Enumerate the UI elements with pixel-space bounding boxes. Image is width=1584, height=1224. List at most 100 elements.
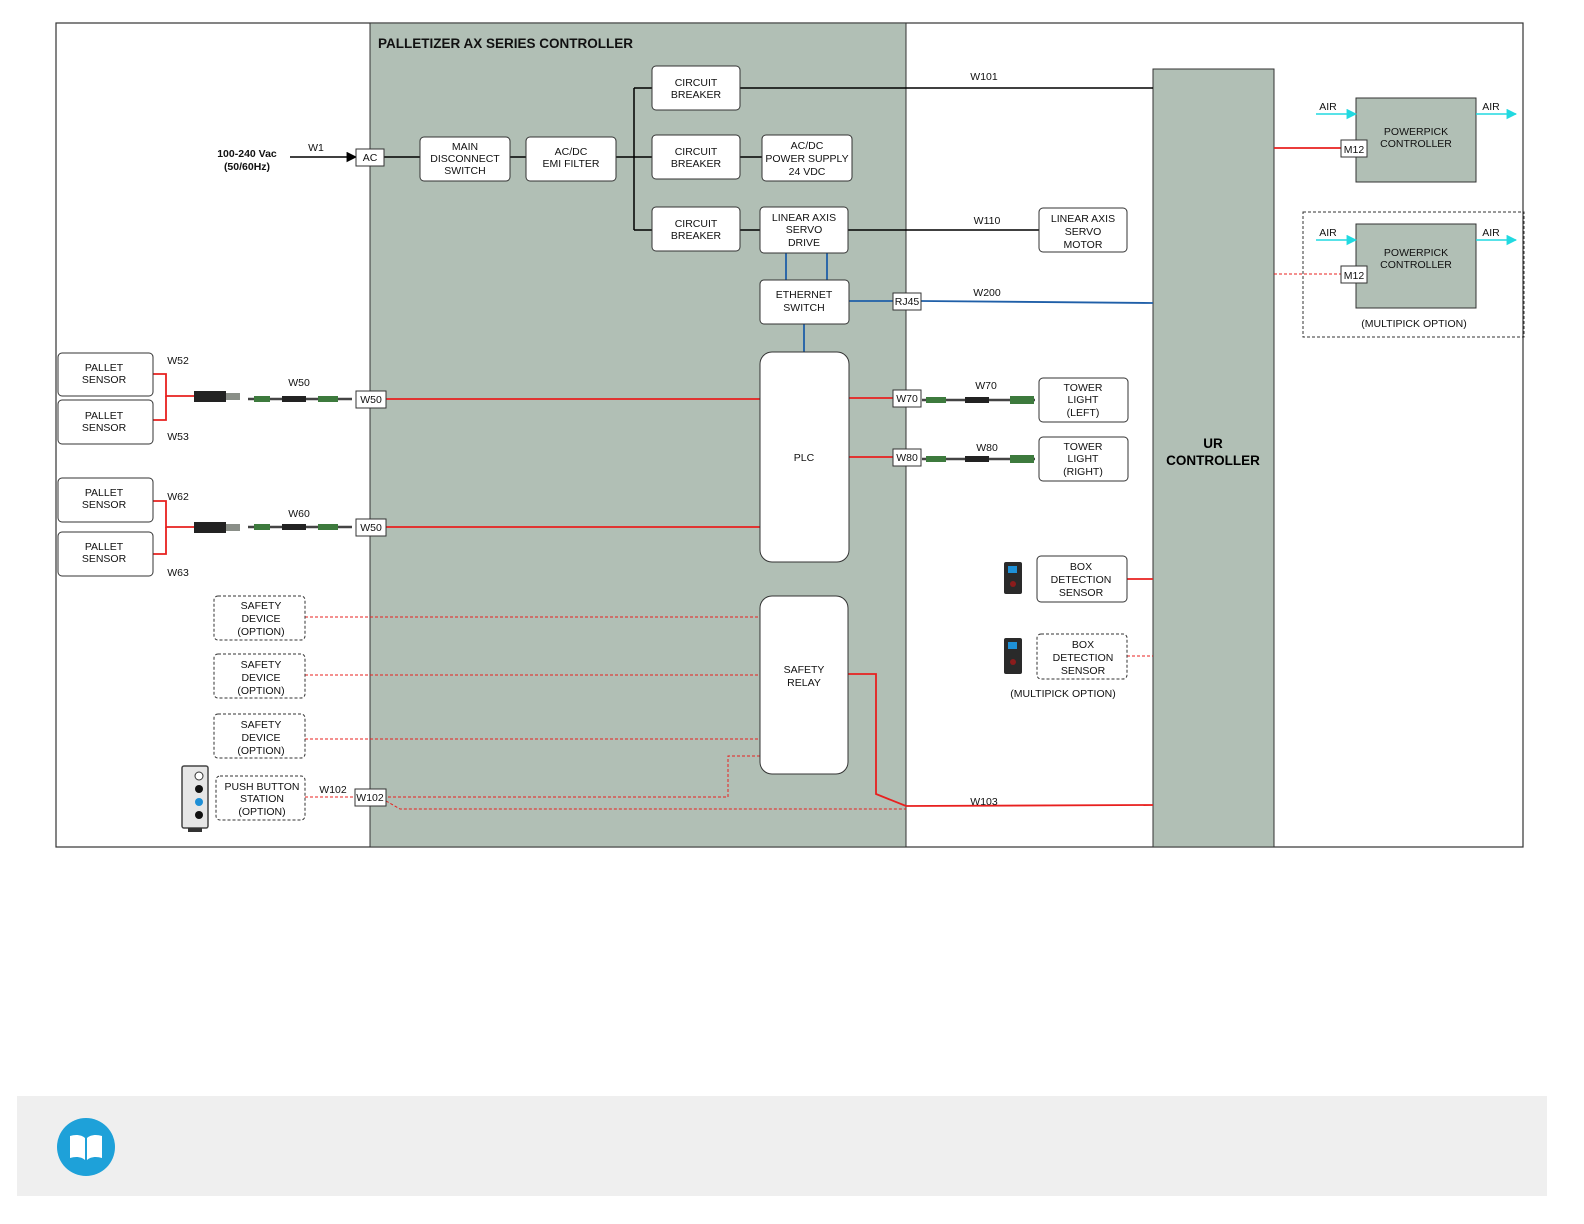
safety-device-1-label-3: (OPTION) — [237, 626, 284, 638]
w101-label: W101 — [970, 71, 998, 83]
w102-label: W102 — [319, 784, 347, 796]
box-sensor-option-label-1: BOX — [1072, 639, 1094, 651]
pallet-sensor-4-label-2: SENSOR — [82, 553, 127, 565]
breaker-top-label-1: CIRCUIT — [675, 77, 718, 89]
emi-filter-label-1: AC/DC — [555, 146, 588, 158]
w53-label: W53 — [167, 431, 189, 443]
powerpick-1-label-1: POWERPICK — [1384, 126, 1448, 138]
box-sensor-option-label-3: SENSOR — [1061, 665, 1106, 677]
safety-device-2-label-3: (OPTION) — [237, 685, 284, 697]
pallet-sensor-3-label-2: SENSOR — [82, 499, 127, 511]
w52-label: W52 — [167, 355, 189, 367]
safety-device-3-label-2: DEVICE — [241, 732, 280, 744]
ac-connector-label: AC — [363, 152, 378, 164]
air-label-3: AIR — [1319, 227, 1337, 239]
tower-light-left-label-2: LIGHT — [1068, 394, 1100, 406]
safety-device-3-label-1: SAFETY — [241, 719, 282, 731]
w63-label: W63 — [167, 567, 189, 579]
cable-w70 — [922, 396, 1035, 404]
power-supply-label-3: 24 VDC — [789, 166, 826, 178]
tower-light-left-label-3: (LEFT) — [1067, 407, 1100, 419]
page-footer — [17, 1096, 1547, 1196]
box-sensor-label-1: BOX — [1070, 561, 1092, 573]
air-label-2: AIR — [1482, 101, 1500, 113]
ethernet-switch-label-1: ETHERNET — [776, 289, 833, 301]
w70-label: W70 — [975, 380, 997, 392]
breaker-mid-label-2: BREAKER — [671, 158, 722, 170]
book-icon[interactable] — [57, 1118, 115, 1176]
emi-filter-label-2: EMI FILTER — [543, 158, 600, 170]
w50-connector-a-label: W50 — [360, 394, 382, 406]
tower-light-left-label-1: TOWER — [1064, 382, 1103, 394]
controller-title: PALLETIZER AX SERIES CONTROLLER — [378, 36, 633, 51]
w50-connector-b-label: W50 — [360, 522, 382, 534]
breaker-top-label-2: BREAKER — [671, 89, 722, 101]
w50-label: W50 — [288, 377, 310, 389]
ur-controller-label-2: CONTROLLER — [1166, 453, 1260, 468]
tower-light-right-label-2: LIGHT — [1068, 453, 1100, 465]
w70-connector-label: W70 — [896, 393, 918, 405]
safety-device-1-label-1: SAFETY — [241, 600, 282, 612]
main-disconnect-label-3: SWITCH — [444, 165, 485, 177]
servo-drive-label-1: LINEAR AXIS — [772, 212, 836, 224]
push-button-station-icon — [181, 765, 209, 832]
w60-label: W60 — [288, 508, 310, 520]
box-sensor-option-icon — [1004, 638, 1022, 674]
system-wiring-diagram: PALLETIZER AX SERIES CONTROLLER UR CONTR… — [55, 22, 1525, 848]
multipick-option-label: (MULTIPICK OPTION) — [1010, 688, 1115, 700]
servo-motor-label-2: SERVO — [1065, 226, 1102, 238]
m12-label-1: M12 — [1344, 144, 1365, 156]
breaker-bottom-label-1: CIRCUIT — [675, 218, 718, 230]
ethernet-switch-label-2: SWITCH — [783, 302, 824, 314]
tower-light-right-label-3: (RIGHT) — [1063, 466, 1103, 478]
main-disconnect-label-2: DISCONNECT — [430, 153, 500, 165]
air-label-4: AIR — [1482, 227, 1500, 239]
w103-label: W103 — [970, 796, 998, 808]
powerpick-2-label-2: CONTROLLER — [1380, 259, 1452, 271]
w102-connector-label: W102 — [356, 792, 384, 804]
powerpick-2-label-1: POWERPICK — [1384, 247, 1448, 259]
rj45-label: RJ45 — [895, 296, 920, 308]
servo-drive-label-3: DRIVE — [788, 237, 820, 249]
pallet-sensor-2-label-2: SENSOR — [82, 422, 127, 434]
pallet-sensor-4-label-1: PALLET — [85, 541, 124, 553]
box-sensor-label-2: DETECTION — [1051, 574, 1112, 586]
cable-w80 — [922, 455, 1035, 463]
box-sensor-label-3: SENSOR — [1059, 587, 1104, 599]
pallet-sensor-2-label-1: PALLET — [85, 410, 124, 422]
safety-device-2-label-2: DEVICE — [241, 672, 280, 684]
push-button-station-label-3: (OPTION) — [238, 806, 285, 818]
box-sensor-option-label-2: DETECTION — [1053, 652, 1114, 664]
power-supply-label-2: POWER SUPPLY — [765, 153, 848, 165]
powerpick-1-label-2: CONTROLLER — [1380, 138, 1452, 150]
power-supply-label-1: AC/DC — [791, 140, 824, 152]
safety-relay-label-2: RELAY — [787, 677, 821, 689]
main-disconnect-label-1: MAIN — [452, 141, 478, 153]
pallet-sensor-1-label-1: PALLET — [85, 362, 124, 374]
box-sensor-icon — [1004, 562, 1022, 594]
powerpick-multipick-label: (MULTIPICK OPTION) — [1361, 318, 1466, 330]
pallet-sensor-3-label-1: PALLET — [85, 487, 124, 499]
w80-label: W80 — [976, 442, 998, 454]
servo-motor-label-1: LINEAR AXIS — [1051, 213, 1115, 225]
servo-drive-label-2: SERVO — [786, 224, 823, 236]
push-button-station-label-2: STATION — [240, 793, 284, 805]
w1-label: W1 — [308, 142, 324, 154]
plc-label: PLC — [794, 452, 815, 464]
w110-label: W110 — [974, 215, 1001, 227]
tower-light-right-label-1: TOWER — [1064, 441, 1103, 453]
breaker-bottom-label-2: BREAKER — [671, 230, 722, 242]
breaker-mid-label-1: CIRCUIT — [675, 146, 718, 158]
w80-connector-label: W80 — [896, 452, 918, 464]
w200-label: W200 — [973, 287, 1001, 299]
pallet-sensor-1-label-2: SENSOR — [82, 374, 127, 386]
w62-label: W62 — [167, 491, 189, 503]
ur-controller-label-1: UR — [1203, 436, 1223, 451]
air-label-1: AIR — [1319, 101, 1337, 113]
safety-device-3-label-3: (OPTION) — [237, 745, 284, 757]
servo-motor-label-3: MOTOR — [1064, 239, 1103, 251]
power-input-label-1: 100-240 Vac — [217, 148, 277, 160]
power-input-label-2: (50/60Hz) — [224, 161, 270, 173]
push-button-station-label-1: PUSH BUTTON — [224, 781, 299, 793]
m12-label-2: M12 — [1344, 270, 1365, 282]
